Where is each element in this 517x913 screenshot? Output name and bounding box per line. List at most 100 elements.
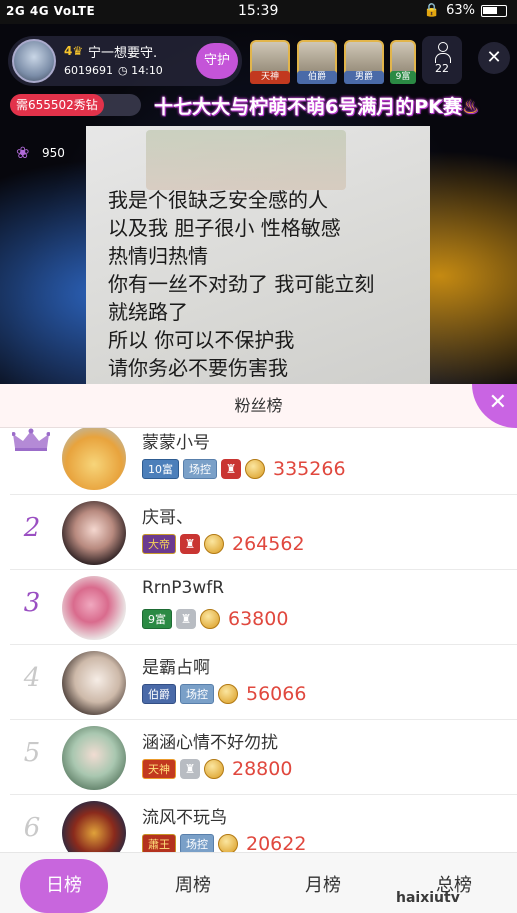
viewer-badge: 9富 [390,71,416,84]
lyric-line: 我是个很缺乏安全感的人 [108,188,328,212]
host-info[interactable]: 4♛ 宁一想要守. 6019691 ◷ 14:10 守护 [8,36,242,86]
fan-row[interactable]: 2 庆哥、 大帝 ♜ 264562 [10,495,517,570]
fan-avatar[interactable] [62,576,126,640]
fan-score: 63800 [228,608,289,630]
rank-badge: 蕭王 [142,834,176,852]
guard-shield-icon: ♜ [221,459,241,479]
live-duration: ◷ 14:10 [118,64,163,77]
viewer-avatar[interactable]: 伯爵 [297,40,337,84]
coins-icon [245,459,265,479]
viewer-count[interactable]: 22 [422,36,462,84]
tab-daily[interactable]: 日榜 [20,859,108,913]
status-bar: 2G 4G VoLTE 15:39 🔒 63% [0,0,517,24]
lyric-line: 所以 你可以不保护我 [108,328,295,352]
fan-avatar[interactable] [62,801,126,852]
moderator-badge: 场控 [180,834,214,852]
host-name: 宁一想要守. [88,46,158,61]
flower-icon: ❀ [16,143,30,162]
fan-badges: 10富 场控 ♜ 335266 [142,458,346,480]
tab-weekly[interactable]: 周榜 [149,859,237,913]
lyric-line: 热情归热情 [108,244,208,268]
fan-name: 庆哥、 [142,508,193,528]
status-right: 🔒 63% [424,3,507,18]
panel-title: 粉丝榜 [234,396,283,415]
diamond-requirement[interactable]: 需655502秀钻 [10,94,141,116]
fan-badges: 伯爵 场控 56066 [142,683,306,705]
clock: 15:39 [238,3,279,19]
coins-icon [218,684,238,704]
lyric-line: 请你务必不要伤害我 [108,356,288,380]
viewer-avatar[interactable]: 男爵 [344,40,384,84]
rank-badge: 天神 [142,759,176,779]
lyrics-text: 我是个很缺乏安全感的人 以及我 胆子很小 性格敏感 热情归热情 你有一丝不对劲了… [108,186,374,382]
rank-badge: 大帝 [142,534,176,554]
fan-name: 涵涵心情不好勿扰 [142,733,278,753]
coins-icon [204,759,224,779]
lyric-line: 你有一丝不对劲了 我可能立刻 [108,272,375,296]
close-live-button[interactable]: ✕ [478,42,510,74]
coins-icon [218,834,238,852]
watermark: haixiutv [396,890,460,906]
host-avatar[interactable] [12,39,56,83]
fan-avatar[interactable] [62,651,126,715]
lyric-line: 以及我 胆子很小 性格敏感 [108,216,341,240]
fan-rank: 2 [23,513,41,543]
viewer-avatar[interactable]: 天神 [250,40,290,84]
guard-shield-icon: ♜ [180,534,200,554]
fan-badges: 大帝 ♜ 264562 [142,533,305,555]
fan-badges: 蕭王 场控 20622 [142,833,306,852]
coins-icon [200,609,220,629]
lyric-line: 就绕路了 [108,300,188,324]
viewer-badge: 天神 [250,71,290,84]
viewer-badge: 男爵 [344,71,384,84]
fan-name: 蒙蒙小号 [142,433,210,453]
clock-icon: ◷ [118,64,132,77]
fan-name: 是霸占啊 [142,658,210,678]
wealth-badge: 10富 [142,459,179,479]
battery-icon [481,4,507,17]
flower-count: 950 [42,146,65,160]
fan-row[interactable]: 3 RrnP3wfR 9富 ♜ 63800 [10,570,517,645]
guard-button[interactable]: 守护 [196,43,238,79]
viewer-avatar[interactable]: 9富 [390,40,416,84]
fan-avatar[interactable] [62,726,126,790]
flame-icon: ♨ [461,96,479,118]
fan-row[interactable]: 5 涵涵心情不好勿扰 天神 ♜ 28800 [10,720,517,795]
video-frame[interactable]: 我是个很缺乏安全感的人 以及我 胆子很小 性格敏感 热情归热情 你有一丝不对劲了… [86,126,430,384]
moderator-badge: 场控 [183,459,217,479]
fan-badges: 9富 ♜ 63800 [142,608,288,630]
fan-score: 264562 [232,533,305,555]
crown-icon: ♛ [72,44,84,58]
fan-score: 335266 [273,458,346,480]
person-icon [435,42,451,64]
moderator-badge: 场控 [180,684,214,704]
lock-icon: 🔒 [423,3,441,18]
fan-row[interactable]: 蒙蒙小号 10富 场控 ♜ 335266 [10,428,517,495]
guard-shield-icon: ♜ [176,609,196,629]
host-id: 6019691 [64,64,113,77]
pk-banner[interactable]: 十七大大与柠萌不萌6号满月的PK赛♨ [154,91,506,123]
fan-score: 28800 [232,758,293,780]
coins-icon [204,534,224,554]
battery-percent: 63% [446,3,475,18]
tab-monthly[interactable]: 月榜 [279,859,367,913]
viewer-badge: 伯爵 [297,71,337,84]
network-indicator: 2G 4G VoLTE [6,4,96,18]
fans-panel: 粉丝榜 ✕ 蒙蒙小号 10富 场控 ♜ 335266 2 庆哥、 大帝 ♜ 26… [0,384,517,913]
fan-badges: 天神 ♜ 28800 [142,758,292,780]
fan-avatar[interactable] [62,501,126,565]
fan-row[interactable]: 4 是霸占啊 伯爵 场控 56066 [10,645,517,720]
host-level: 4♛ [64,44,84,58]
rank-badge: 伯爵 [142,684,176,704]
crown-icon [12,428,50,451]
guard-shield-icon: ♜ [180,759,200,779]
fan-score: 20622 [246,833,307,852]
fan-score: 56066 [246,683,307,705]
fan-avatar[interactable] [62,428,126,490]
fan-rank: 4 [23,663,41,693]
fans-list[interactable]: 蒙蒙小号 10富 场控 ♜ 335266 2 庆哥、 大帝 ♜ 264562 3 [10,428,517,852]
fan-rank: 6 [23,813,41,843]
fan-rank: 5 [23,738,41,768]
cartoon-image [146,130,346,190]
fan-row[interactable]: 6 流风不玩鸟 蕭王 场控 20622 [10,795,517,852]
